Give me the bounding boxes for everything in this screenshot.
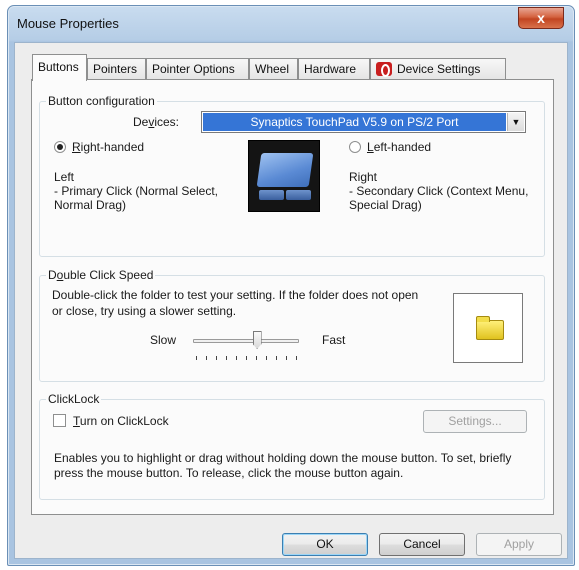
tab-pointer-options[interactable]: Pointer Options: [146, 58, 249, 80]
slider-tick: [276, 356, 277, 360]
right-button-title: Right: [349, 170, 378, 184]
devices-label: Devices:: [133, 115, 180, 129]
mouse-properties-window: Mouse Properties x Buttons Pointers Poin…: [7, 5, 575, 566]
folder-icon[interactable]: [476, 316, 504, 340]
button-configuration-group: Button configuration Devices: Synaptics …: [39, 94, 545, 257]
slow-label: Slow: [150, 333, 177, 347]
button-configuration-label: Button configuration: [46, 94, 157, 108]
cancel-button[interactable]: Cancel: [379, 533, 465, 556]
tab-device-settings[interactable]: Device Settings: [370, 58, 506, 80]
slider-tick: [246, 356, 247, 360]
chevron-down-icon[interactable]: ▼: [507, 113, 524, 131]
apply-button[interactable]: Apply: [476, 533, 562, 556]
ok-button[interactable]: OK: [282, 533, 368, 556]
dialog-client-area: Buttons Pointers Pointer Options Wheel H…: [14, 42, 568, 559]
right-handed-radio[interactable]: [54, 141, 66, 153]
slider-tick: [196, 356, 197, 360]
slider-tick: [256, 356, 257, 360]
close-button[interactable]: x: [518, 7, 564, 29]
left-button-title: Left: [54, 170, 75, 184]
tab-device-settings-label: Device Settings: [397, 62, 481, 76]
double-click-speed-group: Double Click Speed Double-click the fold…: [39, 268, 545, 382]
right-handed-label[interactable]: Right-handed: [72, 140, 144, 154]
double-click-speed-label: Double Click Speed: [46, 268, 156, 282]
synaptics-icon: [376, 62, 392, 77]
slider-tick: [236, 356, 237, 360]
window-title: Mouse Properties: [17, 16, 119, 31]
slider-tick: [286, 356, 287, 360]
tab-pointers[interactable]: Pointers: [87, 58, 146, 80]
devices-selected-value: Synaptics TouchPad V5.9 on PS/2 Port: [203, 113, 506, 131]
slider-tick: [226, 356, 227, 360]
clicklock-checkbox[interactable]: [53, 414, 66, 427]
test-folder-area[interactable]: [453, 293, 523, 363]
clicklock-checkbox-label[interactable]: Turn on ClickLock: [73, 414, 169, 428]
left-handed-radio[interactable]: [349, 141, 361, 153]
clicklock-description: Enables you to highlight or drag without…: [54, 451, 512, 480]
tab-hardware[interactable]: Hardware: [298, 58, 370, 80]
double-click-speed-slider[interactable]: [193, 339, 299, 343]
clicklock-label: ClickLock: [46, 392, 102, 406]
clicklock-group: ClickLock Turn on ClickLock Settings... …: [39, 392, 545, 500]
double-click-speed-thumb[interactable]: [252, 331, 262, 349]
touchpad-image: [248, 140, 320, 212]
left-button-description: - Primary Click (Normal Select, Normal D…: [54, 184, 219, 212]
fast-label: Fast: [322, 333, 346, 347]
tab-buttons[interactable]: Buttons: [32, 54, 87, 81]
left-handed-label[interactable]: Left-handed: [367, 140, 431, 154]
double-click-instructions: Double-click the folder to test your set…: [52, 288, 419, 318]
slider-tick: [296, 356, 297, 360]
right-button-description: - Secondary Click (Context Menu, Special…: [349, 184, 529, 212]
tab-wheel[interactable]: Wheel: [249, 58, 298, 80]
slider-tick: [266, 356, 267, 360]
devices-dropdown[interactable]: Synaptics TouchPad V5.9 on PS/2 Port ▼: [201, 111, 526, 133]
slider-tick: [216, 356, 217, 360]
slider-tick: [206, 356, 207, 360]
buttons-tab-panel: Button configuration Devices: Synaptics …: [31, 79, 554, 515]
clicklock-settings-button[interactable]: Settings...: [423, 410, 527, 433]
